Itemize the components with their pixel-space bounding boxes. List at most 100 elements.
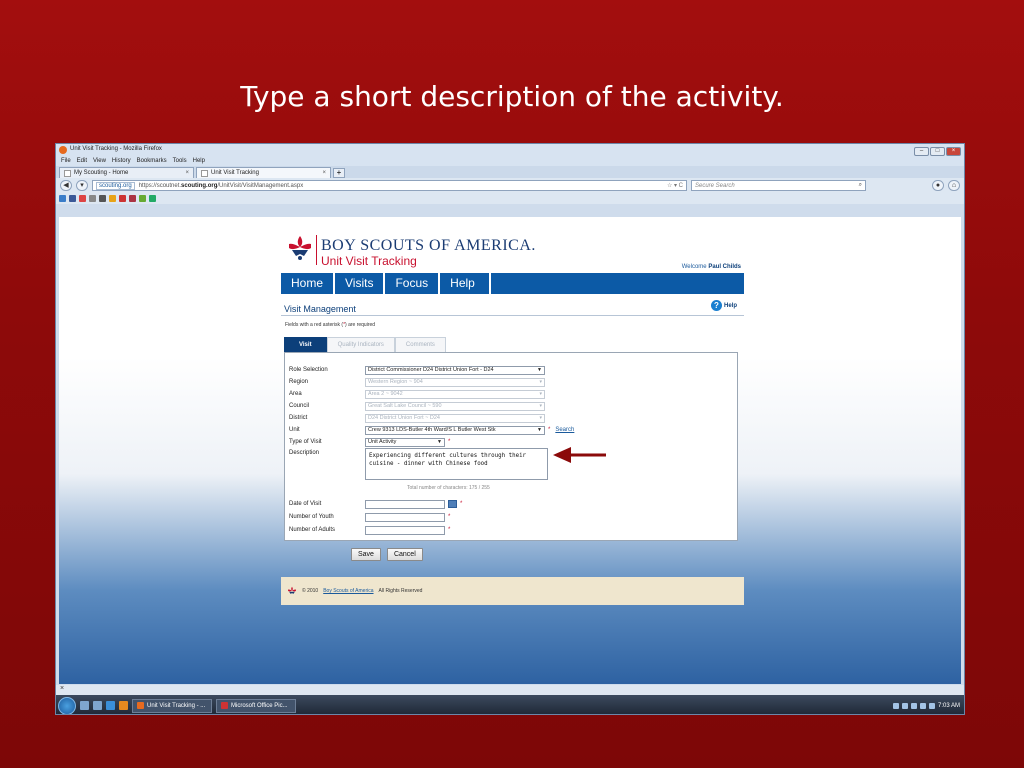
menu-view[interactable]: View <box>93 158 106 164</box>
region-select[interactable]: Western Region ~ 904 ▾ <box>365 377 545 387</box>
clock[interactable]: 7:03 AM <box>938 703 960 709</box>
district-select[interactable]: D24 District Union Fort ~ D24 ▾ <box>365 413 545 423</box>
role-select[interactable]: District Commissioner D24 District Union… <box>365 365 545 375</box>
taskbar-item-office[interactable]: Microsoft Office Pic... <box>216 698 296 713</box>
help-link[interactable]: ? Help <box>710 300 737 311</box>
bookmark-icon[interactable] <box>109 195 116 202</box>
url-domain: scouting.org <box>181 182 218 189</box>
required-note: Fields with a red asterisk (*) are requi… <box>285 322 744 328</box>
visit-type-label: Type of Visit <box>289 439 322 445</box>
visit-type-select[interactable]: Unit Activity ▼ <box>365 437 445 447</box>
minimize-button[interactable]: – <box>914 147 929 156</box>
home-icon[interactable]: ⌂ <box>948 180 960 191</box>
identity-icon[interactable]: ▾ <box>76 180 88 191</box>
system-tray: 7:03 AM <box>892 702 964 709</box>
district-value: D24 District Union Fort ~ D24 <box>368 415 440 421</box>
save-button[interactable]: Save <box>351 548 381 561</box>
unit-search-link[interactable]: Search <box>555 427 574 433</box>
bookmark-star-icon[interactable]: ☆ ▾ C <box>667 182 683 189</box>
tab-comments[interactable]: Comments <box>394 337 446 352</box>
bookmark-icon[interactable] <box>59 195 66 202</box>
menu-edit[interactable]: Edit <box>77 158 87 164</box>
footer-bsa-link[interactable]: Boy Scouts of America <box>323 588 373 594</box>
bookmark-icon[interactable] <box>89 195 96 202</box>
quicklaunch-icon[interactable] <box>93 701 102 710</box>
youth-input[interactable] <box>365 512 445 522</box>
description-textarea[interactable]: Experiencing different cultures through … <box>365 448 548 480</box>
facebook-icon[interactable] <box>69 195 76 202</box>
nav-visits[interactable]: Visits <box>335 273 386 294</box>
tab-close-icon[interactable]: × <box>322 170 326 176</box>
area-select[interactable]: Area 2 ~ 9042 ▾ <box>365 389 545 399</box>
nav-help[interactable]: Help <box>440 273 491 294</box>
cancel-button[interactable]: Cancel <box>386 548 423 561</box>
url-path: /UnitVisit/VisitManagement.aspx <box>217 182 304 189</box>
site-header: BOY SCOUTS OF AMERICA. Unit Visit Tracki… <box>281 225 744 273</box>
bookmark-icon[interactable] <box>139 195 146 202</box>
date-input[interactable] <box>365 499 445 509</box>
description-row: Description <box>289 448 365 458</box>
search-placeholder: Secure Search <box>695 182 735 189</box>
adults-input[interactable] <box>365 525 445 535</box>
tab-unit-visit-tracking[interactable]: Unit Visit Tracking × <box>196 167 331 178</box>
tray-icon[interactable] <box>892 702 899 709</box>
menu-history[interactable]: History <box>112 158 131 164</box>
tray-icon[interactable] <box>901 702 908 709</box>
council-select[interactable]: Great Salt Lake Council ~ 590 ▾ <box>365 401 545 411</box>
slide-title: Type a short description of the activity… <box>240 80 784 113</box>
bookmark-icon[interactable] <box>99 195 106 202</box>
menu-bookmarks[interactable]: Bookmarks <box>137 158 167 164</box>
youth-label: Number of Youth <box>289 514 334 520</box>
firefox-icon <box>137 702 144 709</box>
quicklaunch-icon[interactable] <box>80 701 89 710</box>
search-bar[interactable]: Secure Search ⌕ <box>691 180 866 191</box>
required-asterisk: * <box>548 427 551 433</box>
maximize-button[interactable]: □ <box>930 147 945 156</box>
taskbar-item-label: Unit Visit Tracking - ... <box>147 702 206 709</box>
tab-visit[interactable]: Visit <box>284 337 327 352</box>
required-asterisk: * <box>460 501 463 507</box>
role-value: District Commissioner D24 District Union… <box>368 367 494 373</box>
region-value: Western Region ~ 904 <box>368 379 423 385</box>
site-identity[interactable]: scouting.org <box>96 181 135 190</box>
back-button[interactable]: ◀ <box>60 180 72 191</box>
new-tab-button[interactable]: + <box>333 168 345 178</box>
welcome-prefix: Welcome <box>681 264 707 270</box>
date-row: Date of Visit * <box>289 499 462 509</box>
navigation-bar: ◀ ▾ scouting.org https://scoutnet.scouti… <box>56 178 964 193</box>
taskbar-item-firefox[interactable]: Unit Visit Tracking - ... <box>132 698 212 713</box>
close-button[interactable]: × <box>946 147 961 156</box>
description-label: Description <box>289 450 320 456</box>
bookmark-icon[interactable] <box>129 195 136 202</box>
addon-icon[interactable]: ● <box>932 180 944 191</box>
calendar-icon[interactable] <box>448 500 457 508</box>
volume-icon[interactable] <box>928 702 935 709</box>
tab-my-scouting[interactable]: My Scouting - Home × <box>59 167 194 178</box>
unit-label: Unit <box>289 427 300 433</box>
page-footer: © 2010 Boy Scouts of America All Rights … <box>281 577 744 605</box>
nav-focus[interactable]: Focus <box>385 273 441 294</box>
menu-tools[interactable]: Tools <box>173 158 187 164</box>
ie-icon[interactable] <box>106 701 115 710</box>
tray-icon[interactable] <box>919 702 926 709</box>
page-icon <box>201 169 208 177</box>
menu-file[interactable]: File <box>61 158 71 164</box>
bookmark-icon[interactable] <box>149 195 156 202</box>
url-bar[interactable]: scouting.org https://scoutnet.scouting.o… <box>92 180 687 191</box>
browser-window: Unit Visit Tracking - Mozilla Firefox – … <box>55 143 965 715</box>
unit-select[interactable]: Crew 9313 LDS-Butler 4th Ward/S L Butler… <box>365 425 545 435</box>
nav-home[interactable]: Home <box>281 273 336 294</box>
menu-help[interactable]: Help <box>193 158 205 164</box>
tab-quality-indicators[interactable]: Quality Indicators <box>326 337 395 352</box>
start-button[interactable] <box>58 696 76 714</box>
tray-icon[interactable] <box>910 702 917 709</box>
gmail-icon[interactable] <box>79 195 86 202</box>
taskbar: Unit Visit Tracking - ... Microsoft Offi… <box>56 695 964 714</box>
youtube-icon[interactable] <box>119 195 126 202</box>
tab-close-icon[interactable]: × <box>185 170 189 176</box>
search-icon[interactable]: ⌕ <box>859 182 862 189</box>
character-count: Total number of characters: 175 / 255 <box>407 485 490 491</box>
firefox-icon[interactable] <box>119 701 128 710</box>
user-name[interactable]: Paul Childs <box>708 264 741 270</box>
tab-label: My Scouting - Home <box>74 170 129 176</box>
